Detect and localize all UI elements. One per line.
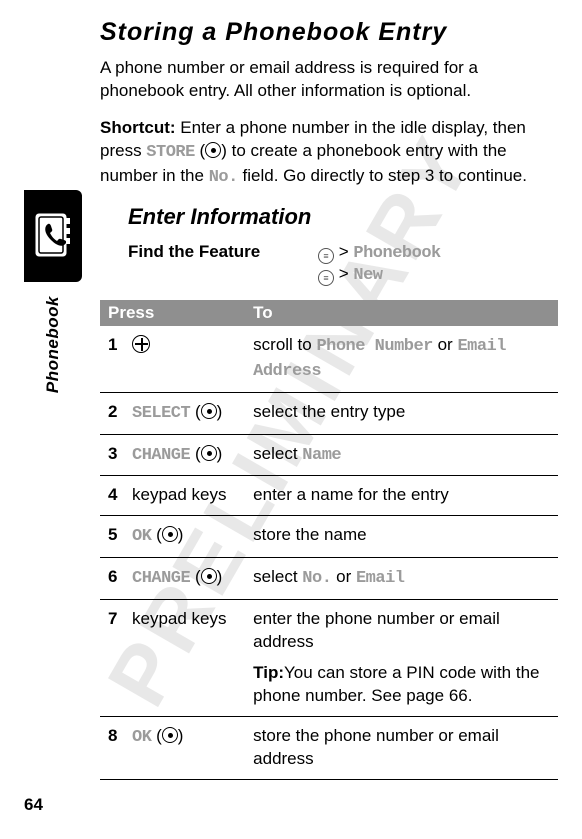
press-plain: keypad keys xyxy=(132,485,227,504)
store-key-label: STORE xyxy=(146,143,195,162)
step-number: 7 xyxy=(100,600,124,717)
find-feature-label: Find the Feature xyxy=(128,242,318,262)
to-text: select xyxy=(253,567,302,586)
to-ui: Email xyxy=(356,569,405,588)
intro-paragraph: A phone number or email address is requi… xyxy=(100,57,558,103)
table-row: 1 scroll to Phone Number or Email Address xyxy=(100,326,558,392)
path-new: New xyxy=(353,266,382,285)
to-ui: Name xyxy=(302,446,341,465)
softkey-label: CHANGE xyxy=(132,569,190,588)
side-tab-icon xyxy=(24,190,82,282)
tip-block: Tip:You can store a PIN code with the ph… xyxy=(253,662,552,708)
press-cell xyxy=(124,326,245,392)
table-row: 8OK ()store the phone number or email ad… xyxy=(100,717,558,780)
page-title: Storing a Phonebook Entry xyxy=(100,18,558,47)
step-number: 5 xyxy=(100,516,124,558)
to-cell: select No. or Email xyxy=(245,558,558,600)
table-row: 6CHANGE ()select No. or Email xyxy=(100,558,558,600)
press-cell: SELECT () xyxy=(124,392,245,434)
to-text: select xyxy=(253,444,302,463)
menu-key-icon: ≡ xyxy=(318,270,334,286)
to-text: select the entry type xyxy=(253,402,405,421)
to-cell: select the entry type xyxy=(245,392,558,434)
softkey-icon xyxy=(162,727,178,743)
subheading: Enter Information xyxy=(128,204,558,230)
press-cell: keypad keys xyxy=(124,476,245,516)
to-text: or xyxy=(433,335,458,354)
to-text: store the name xyxy=(253,525,366,544)
softkey-icon xyxy=(201,568,217,584)
press-plain: keypad keys xyxy=(132,609,227,628)
to-cell: store the phone number or email address xyxy=(245,717,558,780)
path-sep: > xyxy=(339,264,349,283)
to-ui: Phone Number xyxy=(316,337,432,356)
side-marker: Phonebook xyxy=(24,190,82,398)
table-row: 7 keypad keys enter the phone number or em… xyxy=(100,600,558,717)
to-ui: No. xyxy=(302,569,331,588)
step-number: 1 xyxy=(100,326,124,392)
softkey-icon xyxy=(201,445,217,461)
shortcut-label: Shortcut: xyxy=(100,118,176,137)
step-number: 3 xyxy=(100,434,124,476)
to-cell: store the name xyxy=(245,516,558,558)
table-row: 5OK () store the name xyxy=(100,516,558,558)
softkey-label: CHANGE xyxy=(132,446,190,465)
to-text: enter the phone number or email address xyxy=(253,609,500,651)
step-number: 4 xyxy=(100,476,124,516)
no-field-label: No. xyxy=(209,168,238,187)
to-cell: scroll to Phone Number or Email Address xyxy=(245,326,558,392)
steps-table: Press To 1 scroll to Phone Number or Emai… xyxy=(100,300,558,780)
find-feature-path: ≡ > Phonebook ≡ > New xyxy=(318,242,441,286)
path-phonebook: Phonebook xyxy=(353,244,440,263)
to-text: scroll to xyxy=(253,335,316,354)
to-cell: enter a name for the entry xyxy=(245,476,558,516)
press-cell: CHANGE () xyxy=(124,434,245,476)
step-number: 2 xyxy=(100,392,124,434)
nav-key-icon xyxy=(132,335,150,353)
tip-text: You can store a PIN code with the phone … xyxy=(253,663,539,705)
softkey-icon xyxy=(201,403,217,419)
phonebook-icon xyxy=(32,208,74,264)
press-cell: OK () xyxy=(124,717,245,780)
to-text: enter a name for the entry xyxy=(253,485,449,504)
to-text: or xyxy=(331,567,356,586)
softkey-icon xyxy=(205,142,221,158)
to-cell: enter the phone number or email address T… xyxy=(245,600,558,717)
to-cell: select Name xyxy=(245,434,558,476)
side-section-label: Phonebook xyxy=(43,296,63,393)
tip-label: Tip: xyxy=(253,663,284,682)
col-press: Press xyxy=(100,300,245,326)
step-number: 6 xyxy=(100,558,124,600)
softkey-icon xyxy=(162,526,178,542)
table-row: 2SELECT () select the entry type xyxy=(100,392,558,434)
softkey-label: SELECT xyxy=(132,404,190,423)
press-cell: keypad keys xyxy=(124,600,245,717)
page-number: 64 xyxy=(24,795,43,815)
table-row: 3CHANGE ()select Name xyxy=(100,434,558,476)
press-cell: OK () xyxy=(124,516,245,558)
softkey-label: OK xyxy=(132,728,151,747)
table-header-row: Press To xyxy=(100,300,558,326)
step-number: 8 xyxy=(100,717,124,780)
col-to: To xyxy=(245,300,558,326)
page-content: Storing a Phonebook Entry A phone number… xyxy=(100,18,558,780)
press-cell: CHANGE () xyxy=(124,558,245,600)
softkey-label: OK xyxy=(132,527,151,546)
shortcut-paragraph: Shortcut: Enter a phone number in the id… xyxy=(100,117,558,190)
find-feature-row: Find the Feature ≡ > Phonebook ≡ > New xyxy=(128,242,558,286)
menu-key-icon: ≡ xyxy=(318,248,334,264)
to-text: store the phone number or email address xyxy=(253,726,499,768)
shortcut-text-3: field. Go directly to step 3 to continue… xyxy=(238,166,527,185)
path-sep: > xyxy=(339,242,349,261)
table-row: 4 keypad keys enter a name for the entry xyxy=(100,476,558,516)
